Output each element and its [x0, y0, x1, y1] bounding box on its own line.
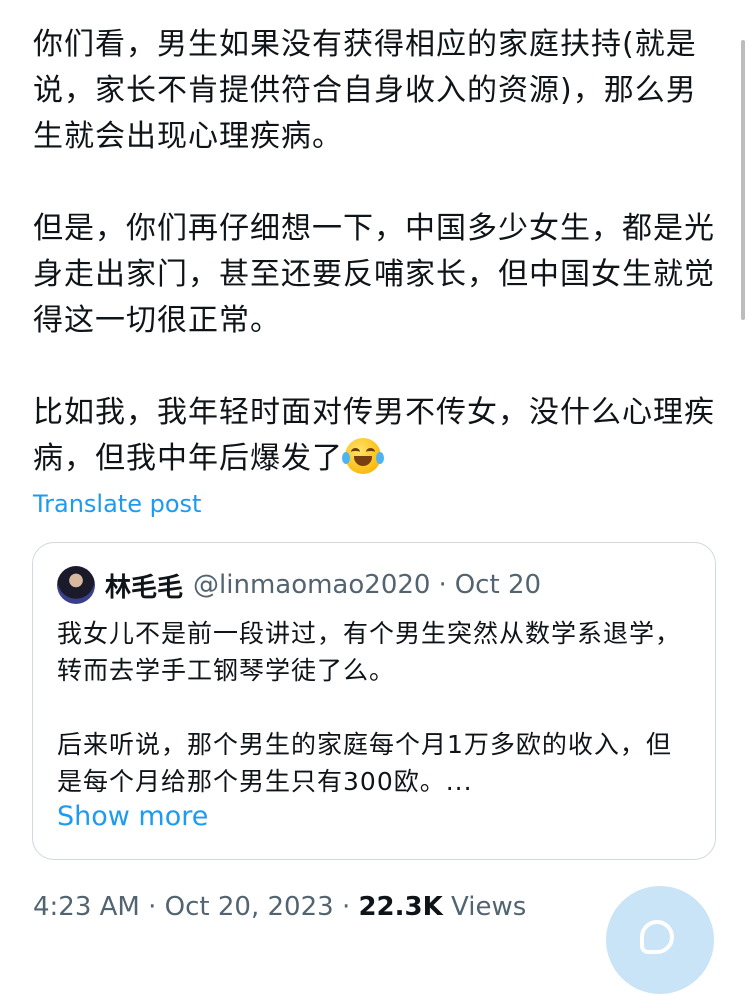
translate-post-link[interactable]: Translate post — [33, 490, 201, 518]
post-paragraph-2: 但是，你们再仔细想一下，中国多少女生，都是光身走出家门，甚至还要反哺家长，但中国… — [33, 211, 715, 338]
post-time[interactable]: 4:23 AM — [33, 892, 140, 922]
quoted-post-card[interactable]: 林毛毛 @linmaomao2020 · Oct 20 我女儿不是前一段讲过，有… — [32, 542, 716, 860]
separator-dot: · — [341, 892, 351, 922]
face-with-tears-of-joy-icon — [342, 438, 384, 474]
post-paragraph-1: 你们看，男生如果没有获得相应的家庭扶持(就是说，家长不肯提供符合自身收入的资源)… — [33, 27, 697, 154]
separator-dot: · — [438, 570, 447, 600]
views-label: Views — [451, 892, 527, 922]
quoted-post-header: 林毛毛 @linmaomao2020 · Oct 20 — [57, 565, 541, 605]
post-text: 你们看，男生如果没有获得相应的家庭扶持(就是说，家长不肯提供符合自身收入的资源)… — [33, 22, 723, 482]
show-more-link[interactable]: Show more — [57, 801, 208, 832]
post-metadata: 4:23 AM · Oct 20, 2023 · 22.3K Views — [33, 892, 526, 922]
quoted-paragraph-2: 后来听说，那个男生的家庭每个月1万多欧的收入，但是每个月给那个男生只有300欧。… — [57, 730, 672, 796]
quoted-handle[interactable]: @linmaomao2020 — [193, 570, 430, 600]
post-paragraph-3: 比如我，我年轻时面对传男不传女，没什么心理疾病，但我中年后爆发了 — [33, 390, 723, 482]
scrollbar[interactable] — [741, 40, 745, 320]
quoted-date[interactable]: Oct 20 — [455, 570, 541, 600]
separator-dot: · — [148, 892, 157, 922]
compose-reply-button[interactable] — [606, 886, 714, 994]
quoted-paragraph-1: 我女儿不是前一段讲过，有个男生突然从数学系退学，转而去学手工钢琴学徒了么。 — [57, 619, 682, 685]
reply-compose-icon — [640, 920, 674, 954]
quoted-display-name[interactable]: 林毛毛 — [105, 567, 183, 604]
views-count: 22.3K — [358, 892, 443, 922]
quoted-post-text: 我女儿不是前一段讲过，有个男生突然从数学系退学，转而去学手工钢琴学徒了么。 后来… — [57, 615, 697, 800]
avatar[interactable] — [57, 566, 95, 604]
post-date[interactable]: Oct 20, 2023 — [165, 892, 334, 922]
